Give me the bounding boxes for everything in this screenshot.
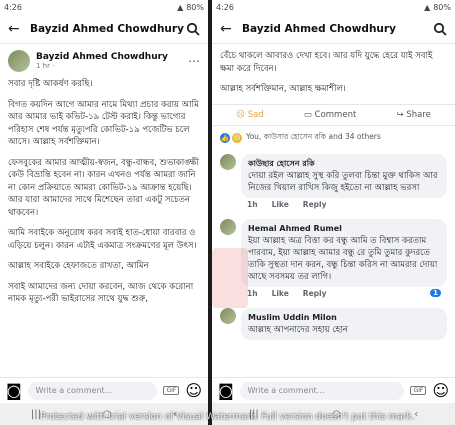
page-title: Bayzid Ahmed Chowdhury <box>30 22 184 35</box>
comment-item: Hemal Ahmed Rumel ইয়া আল্লাহ অত্র বিত্ত… <box>212 215 455 304</box>
post-body-continued: বেঁচে থাকলে আবারও দেখা হবে। আর যদি যুদ্ধ… <box>212 44 455 96</box>
camera-icon[interactable]: ◙ <box>218 381 234 400</box>
comment-reply-button[interactable]: Reply <box>303 200 327 209</box>
comment-composer: ◙ Write a comment... GIF ☺ <box>0 377 208 403</box>
watermark-text: Protected with trial version of Visual W… <box>40 412 415 422</box>
back-arrow-icon[interactable]: ← <box>220 21 238 37</box>
comment-like-button[interactable]: Like <box>272 200 289 209</box>
share-button[interactable]: ↪ Share <box>397 110 431 120</box>
sad-icon: ☹ <box>232 132 242 143</box>
comment-text: দোয়া রইল আল্লাহ সুস্থ করি তুলবা চিন্তা … <box>248 170 438 193</box>
status-time: 4:26 <box>216 2 234 12</box>
post-header: Bayzid Ahmed Chowdhury 1 hr · ⋯ <box>0 44 208 78</box>
post-paragraph: আল্লাহ সবাইকে হেফাজতে রাখতা, আমিন <box>8 261 149 271</box>
comment-input[interactable]: Write a comment... <box>239 381 405 400</box>
wifi-icon: ▲ <box>424 2 431 12</box>
author-avatar[interactable] <box>8 50 30 72</box>
commenter-name[interactable]: Muslim Uddin Milon <box>248 312 440 324</box>
post-paragraph: বেঁচে থাকলে আবারও দেখা হবে। আর যদি যুদ্ধ… <box>220 51 433 74</box>
app-bar: ← Bayzid Ahmed Chowdhury <box>0 14 208 44</box>
reaction-summary-text: You, কাউসার হোসেন রকি and 34 others <box>246 131 381 141</box>
comment-item: Muslim Uddin Milon আল্লাহ আপনাদের সহায় … <box>212 304 455 344</box>
emoji-icon[interactable]: ☺ <box>185 381 202 400</box>
left-phone-screen: 4:26 ▲ 80% ← Bayzid Ahmed Chowdhury Bayz… <box>0 0 208 425</box>
battery-level: 80% <box>186 2 204 12</box>
battery-level: 80% <box>433 2 451 12</box>
comment-time: 1h <box>247 288 258 298</box>
sad-reaction-button[interactable]: ☹ Sad <box>236 110 264 120</box>
comment-text: ইয়া আল্লাহ অত্র বিত্তা কর বন্ধু আমি ত ব… <box>248 235 438 282</box>
camera-icon[interactable]: ◙ <box>6 381 22 400</box>
app-bar: ← Bayzid Ahmed Chowdhury <box>212 14 455 44</box>
comment-item: কাউছার হোসেন রকি দোয়া রইল আল্লাহ সুস্থ … <box>212 150 455 215</box>
comment-button[interactable]: ▭ Comment <box>304 110 356 120</box>
comment-reply-button[interactable]: Reply <box>303 289 327 298</box>
comment-like-button[interactable]: Like <box>272 289 289 298</box>
page-title: Bayzid Ahmed Chowdhury <box>242 22 396 35</box>
comment-bubble: কাউছার হোসেন রকি দোয়া রইল আল্লাহ সুস্থ … <box>241 153 447 198</box>
commenter-avatar[interactable] <box>220 218 236 235</box>
wifi-icon: ▲ <box>177 2 184 12</box>
comment-bubble: Hemal Ahmed Rumel ইয়া আল্লাহ অত্র বিত্ত… <box>241 218 447 287</box>
right-phone-screen: 4:26 ▲ 80% ← Bayzid Ahmed Chowdhury বেঁচ… <box>212 0 455 425</box>
commenter-name[interactable]: কাউছার হোসেন রকি <box>248 158 440 170</box>
comment-bubble: Muslim Uddin Milon আল্লাহ আপনাদের সহায় … <box>241 307 447 340</box>
post-paragraph: আল্লাহ সর্বশক্তিমান, আল্লাহ ক্ষমাশীল। <box>220 84 346 94</box>
gif-button[interactable]: GIF <box>410 386 427 395</box>
post-action-bar: ☹ Sad ▭ Comment ↪ Share <box>212 103 455 126</box>
status-bar: 4:26 ▲ 80% <box>212 0 455 14</box>
like-icon: 👍 <box>220 132 230 143</box>
post-paragraph: সবার দৃষ্টি আকর্ষণ করছি। <box>8 79 93 89</box>
reaction-summary[interactable]: 👍 ☹ You, কাউসার হোসেন রকি and 34 others <box>212 126 455 150</box>
comment-text: আল্লাহ আপনাদের সহায় হোন <box>248 324 348 335</box>
back-arrow-icon[interactable]: ← <box>8 21 26 37</box>
more-options-icon[interactable]: ⋯ <box>188 54 200 68</box>
post-paragraph: আমি সবাইকে অনুরোধ করব সবাই হাত-ধোয়া বার… <box>8 228 197 251</box>
post-author[interactable]: Bayzid Ahmed Chowdhury <box>36 52 188 62</box>
comment-input[interactable]: Write a comment... <box>27 381 158 400</box>
comment-time: 1h <box>247 199 258 209</box>
search-icon[interactable] <box>433 22 447 36</box>
comment-reaction-count: 1 <box>430 289 441 297</box>
emoji-icon[interactable]: ☺ <box>432 381 449 400</box>
gif-button[interactable]: GIF <box>163 386 180 395</box>
commenter-avatar[interactable] <box>220 153 236 170</box>
status-bar: 4:26 ▲ 80% <box>0 0 208 14</box>
screenshot-stage: 4:26 ▲ 80% ← Bayzid Ahmed Chowdhury Bayz… <box>0 0 455 425</box>
post-paragraph: সবাই আমাদের জন্য দোয়া করবেন, আজ থেকে কর… <box>8 281 194 305</box>
post-paragraph: বিগত কয়দিন আগে আমার নামে মিথ্যা প্রচার … <box>8 99 199 148</box>
status-time: 4:26 <box>4 2 22 12</box>
commenter-name[interactable]: Hemal Ahmed Rumel <box>248 223 440 235</box>
post-time: 1 hr · <box>36 62 55 70</box>
post-paragraph: ফেসবুকের আমার আত্মীয়-স্বজন, বন্ধু-বান্ধ… <box>8 157 199 218</box>
comment-composer: ◙ Write a comment... GIF ☺ <box>212 377 455 403</box>
search-icon[interactable] <box>186 22 200 36</box>
commenter-avatar[interactable] <box>220 307 236 324</box>
post-body: সবার দৃষ্টি আকর্ষণ করছি। বিগত কয়দিন আগে… <box>0 78 208 306</box>
watermark-logo <box>212 248 248 308</box>
